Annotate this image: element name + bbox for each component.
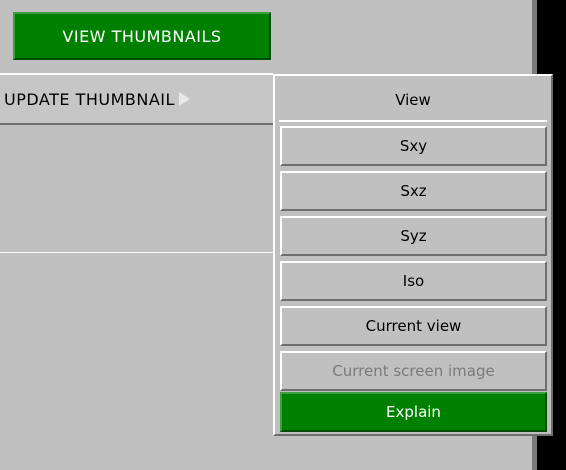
update-thumbnail-label: UPDATE THUMBNAIL	[4, 89, 175, 109]
menu-item-current-view[interactable]: Current view	[280, 306, 547, 346]
menu-item-explain[interactable]: Explain	[280, 392, 547, 432]
update-thumbnail-button[interactable]: UPDATE THUMBNAIL	[0, 73, 273, 125]
divider-line	[0, 252, 274, 253]
menu-item-sxy[interactable]: Sxy	[280, 126, 547, 166]
submenu-arrow-icon	[178, 92, 190, 106]
view-popup-menu: View Sxy Sxz Syz Iso Current view Curren…	[273, 74, 553, 436]
view-thumbnails-button[interactable]: VIEW THUMBNAILS	[13, 12, 271, 60]
menu-item-syz[interactable]: Syz	[280, 216, 547, 256]
view-thumbnails-label: VIEW THUMBNAILS	[62, 26, 222, 46]
menu-item-iso[interactable]: Iso	[280, 261, 547, 301]
menu-item-current-screen-image: Current screen image	[280, 351, 547, 391]
menu-title: View	[279, 80, 547, 122]
menu-item-sxz[interactable]: Sxz	[280, 171, 547, 211]
